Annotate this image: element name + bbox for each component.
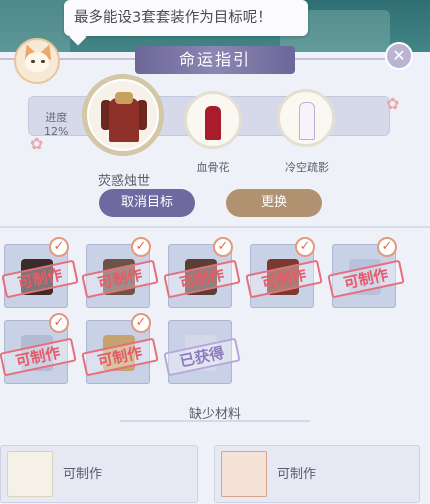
check-icon: ✓: [295, 237, 315, 257]
item-slot[interactable]: ✓ 可制作: [163, 237, 241, 308]
material-status: 可制作: [277, 467, 317, 482]
outfit-image: [200, 102, 226, 140]
progress-label: 进度: [45, 111, 68, 124]
section-divider: [0, 226, 430, 228]
item-slot[interactable]: 已获得: [163, 320, 241, 384]
close-button[interactable]: ✕: [385, 42, 413, 70]
item-slot[interactable]: ✓ 可制作: [245, 237, 323, 308]
title-ornament-right: [295, 58, 385, 60]
check-icon: ✓: [213, 237, 233, 257]
swap-button[interactable]: 更换: [226, 189, 322, 217]
item-slot[interactable]: ✓ 可制作: [1, 237, 79, 308]
material-thumbnail: [221, 451, 267, 497]
item-slot[interactable]: ✓ 可制作: [0, 313, 77, 384]
outfit-image: [294, 98, 320, 140]
hint-text: 最多能设3套套装作为目标呢！: [74, 10, 272, 26]
close-icon: ✕: [392, 46, 406, 65]
flower-decoration: ✿: [386, 94, 400, 113]
item-slot[interactable]: ✓ 可制作: [81, 313, 159, 384]
missing-title-underline: [120, 420, 310, 422]
outfit-image: [101, 88, 147, 144]
item-slot[interactable]: ✓ 可制作: [327, 237, 405, 308]
check-icon: ✓: [377, 237, 397, 257]
check-icon: ✓: [49, 237, 69, 257]
check-icon: ✓: [131, 237, 151, 257]
check-icon: ✓: [49, 313, 69, 333]
progress-indicator: 进度 12%: [44, 111, 68, 139]
material-thumbnail: [7, 451, 53, 497]
item-slot[interactable]: ✓ 可制作: [81, 237, 159, 308]
hint-bubble: 最多能设3套套装作为目标呢！: [64, 0, 308, 36]
guide-avatar: [14, 38, 60, 84]
material-status: 可制作: [63, 467, 103, 482]
progress-value: 12%: [44, 125, 69, 138]
outfit-name-2: 血骨花: [196, 161, 230, 174]
flower-decoration: ✿: [30, 134, 44, 153]
outfit-name-main: 荧惑烛世: [97, 174, 150, 189]
panel-title: 命运指引: [135, 46, 295, 74]
check-icon: ✓: [131, 313, 151, 333]
material-card[interactable]: 可制作: [214, 445, 420, 503]
outfit-name-3: 冷空疏影: [285, 161, 329, 174]
material-card[interactable]: 可制作: [0, 445, 198, 503]
cancel-target-button[interactable]: 取消目标: [99, 189, 195, 217]
